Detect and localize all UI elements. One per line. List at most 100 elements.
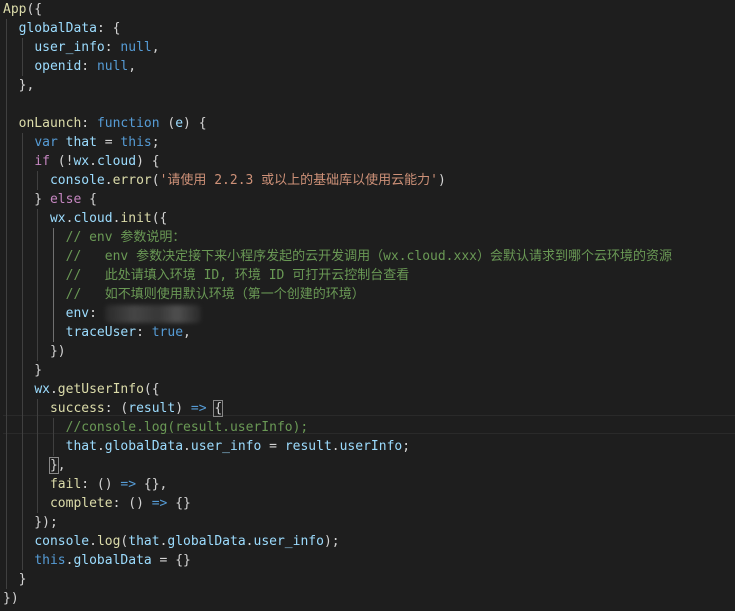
code-token: else bbox=[49, 192, 82, 207]
code-token: ( bbox=[159, 116, 176, 131]
code-line[interactable]: // env 参数说明： bbox=[3, 228, 186, 247]
code-token: : bbox=[104, 40, 121, 55]
code-token: user_info bbox=[34, 40, 105, 55]
code-token: }) bbox=[3, 344, 66, 359]
code-token: . bbox=[89, 534, 97, 549]
code-token: ; bbox=[151, 135, 160, 150]
code-token: {}, bbox=[136, 477, 168, 492]
code-token: that bbox=[65, 439, 97, 454]
code-token: (! bbox=[49, 154, 74, 169]
code-token: = bbox=[96, 135, 121, 150]
code-token: ); bbox=[323, 534, 340, 549]
code-line[interactable]: // 如不填则使用默认环境（第一个创建的环境） bbox=[3, 285, 365, 304]
code-token: that bbox=[128, 534, 160, 549]
code-token: wx bbox=[34, 382, 50, 397]
code-token: onLaunch bbox=[18, 116, 82, 131]
code-token: var bbox=[34, 135, 58, 150]
code-token: ({ bbox=[143, 382, 160, 397]
code-line[interactable]: // 此处请填入环境 ID, 环境 ID 可打开云控制台查看 bbox=[3, 266, 410, 285]
code-line[interactable]: that.globalData.user_info = result.userI… bbox=[3, 437, 410, 456]
code-token: console bbox=[34, 534, 90, 549]
code-token: } bbox=[3, 572, 27, 587]
code-token: . bbox=[49, 382, 58, 397]
code-line[interactable]: // env 参数决定接下来小程序发起的云开发调用（wx.cloud.xxx）会… bbox=[3, 247, 672, 266]
code-token: . bbox=[104, 173, 113, 188]
code-token: init bbox=[120, 211, 152, 226]
code-token: } bbox=[3, 363, 43, 378]
code-line[interactable]: traceUser: true, bbox=[3, 323, 191, 342]
code-line[interactable]: wx.getUserInfo({ bbox=[3, 380, 160, 399]
code-line[interactable]: user_info: null, bbox=[3, 38, 160, 57]
code-line[interactable]: }, bbox=[3, 76, 35, 95]
code-token: { bbox=[213, 400, 224, 417]
code-token: wx bbox=[73, 154, 90, 169]
code-token: openid bbox=[34, 59, 82, 74]
code-token: wx bbox=[49, 211, 66, 226]
code-token: : () bbox=[81, 477, 121, 492]
code-line[interactable]: console.error('请使用 2.2.3 或以上的基础库以使用云能力') bbox=[3, 171, 446, 190]
code-token: }); bbox=[3, 515, 58, 530]
code-line[interactable]: } else { bbox=[3, 190, 97, 209]
code-token: } bbox=[48, 457, 59, 474]
code-token: : ( bbox=[104, 401, 129, 416]
code-token: ({ bbox=[26, 2, 43, 17]
code-token: getUserInfo bbox=[57, 382, 144, 397]
code-token: , bbox=[183, 325, 191, 340]
code-line[interactable]: complete: () => {} bbox=[3, 494, 191, 513]
code-line[interactable]: //console.log(result.userInfo); bbox=[3, 418, 309, 437]
code-token: if bbox=[34, 154, 50, 169]
code-line[interactable]: onLaunch: function (e) { bbox=[3, 114, 207, 133]
code-token: ( bbox=[151, 173, 160, 188]
code-line[interactable]: }) bbox=[3, 589, 19, 608]
code-line[interactable]: }) bbox=[3, 342, 66, 361]
code-token: '请使用 2.2.3 或以上的基础库以使用云能力' bbox=[159, 173, 439, 188]
code-editor[interactable]: App({ globalData: { user_info: null, ope… bbox=[0, 0, 735, 611]
code-token: : { bbox=[96, 21, 121, 36]
code-line[interactable]: }); bbox=[3, 513, 58, 532]
code-token: ; bbox=[402, 439, 411, 454]
code-token: log bbox=[96, 534, 121, 549]
code-token: cloud bbox=[96, 154, 137, 169]
code-token: ) { bbox=[183, 116, 207, 131]
code-line[interactable]: if (!wx.cloud) { bbox=[3, 152, 159, 171]
code-token: } bbox=[3, 192, 50, 207]
code-token: // env 参数说明： bbox=[65, 230, 186, 245]
code-token: , bbox=[151, 40, 160, 55]
code-token: globalData bbox=[167, 534, 246, 549]
code-line[interactable]: globalData: { bbox=[3, 19, 121, 38]
code-token: function bbox=[96, 116, 160, 131]
code-line[interactable]: } bbox=[3, 570, 27, 589]
code-line[interactable]: } bbox=[3, 361, 42, 380]
code-line[interactable]: }, bbox=[3, 456, 66, 475]
code-token: App bbox=[3, 2, 27, 17]
code-line[interactable]: wx.cloud.init({ bbox=[3, 209, 167, 228]
code-token: = {} bbox=[151, 553, 191, 568]
code-token: , bbox=[57, 458, 66, 473]
code-line[interactable]: fail: () => {}, bbox=[3, 475, 167, 494]
code-token: fail bbox=[49, 477, 82, 492]
code-line[interactable]: var that = this; bbox=[3, 133, 160, 152]
code-token: . bbox=[96, 439, 105, 454]
code-token: // env 参数决定接下来小程序发起的云开发调用（wx.cloud.xxx）会… bbox=[65, 249, 672, 264]
code-line[interactable]: App({ bbox=[3, 0, 42, 19]
code-token: }, bbox=[3, 78, 35, 93]
code-line[interactable]: this.globalData = {} bbox=[3, 551, 191, 570]
code-token: ) bbox=[175, 401, 191, 416]
code-line[interactable]: env: bbox=[3, 304, 201, 323]
code-line[interactable]: success: (result) => { bbox=[3, 399, 224, 418]
code-token: , bbox=[128, 59, 137, 74]
code-line[interactable]: openid: null, bbox=[3, 57, 136, 76]
code-token: globalData bbox=[104, 439, 184, 454]
code-line[interactable]: console.log(that.globalData.user_info); bbox=[3, 532, 340, 551]
